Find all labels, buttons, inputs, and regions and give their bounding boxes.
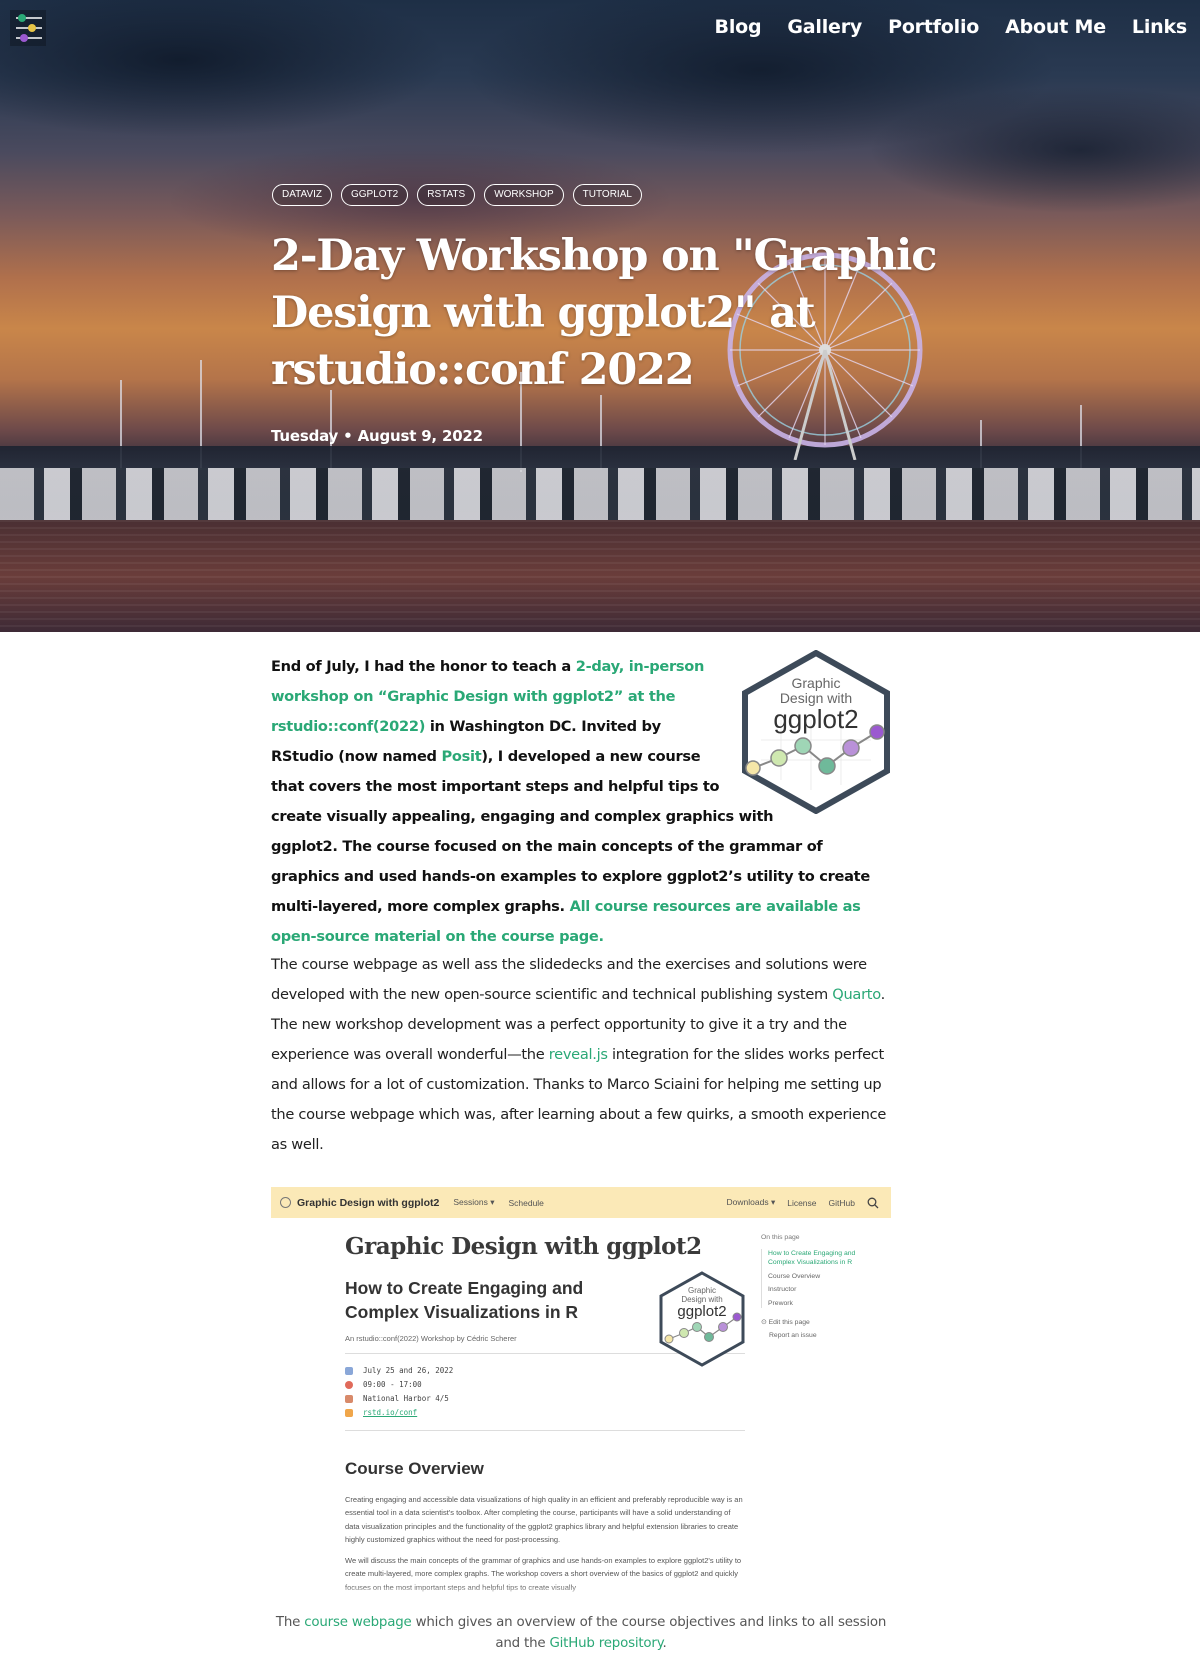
info-time: 09:00 - 17:00 <box>345 1378 745 1392</box>
article-intro: Graphic Design with ggplot2 End of July,… <box>271 650 891 952</box>
github-icon: ⊙ <box>761 1319 769 1326</box>
tag-rstats[interactable]: RSTATS <box>417 184 476 206</box>
screenshot-brand: Graphic Design with ggplot2 <box>280 1197 439 1209</box>
screenshot-caption: The course webpage which gives an overvi… <box>271 1612 891 1654</box>
posit-link[interactable]: Posit <box>442 748 482 765</box>
toc-edit: ⊙ Edit this page <box>761 1318 861 1328</box>
tag-workshop[interactable]: WORKSHOP <box>484 184 564 206</box>
ggplot2-hex-logo: Graphic Design with ggplot2 <box>742 650 890 814</box>
intro-text-1: End of July, I had the honor to teach a <box>271 658 576 675</box>
info-location: National Harbor 4/5 <box>345 1392 745 1406</box>
building-icon <box>345 1395 353 1403</box>
info-time-text: 09:00 - 17:00 <box>363 1380 422 1389</box>
toc-list: How to Create Engaging and Complex Visua… <box>761 1248 861 1308</box>
caption-text-1: The <box>275 1615 305 1630</box>
course-webpage-link[interactable]: course webpage <box>304 1615 412 1630</box>
pencil-icon <box>345 1409 353 1417</box>
info-link-text: rstd.io/conf <box>363 1408 418 1417</box>
post-date: Tuesday • August 9, 2022 <box>271 427 483 445</box>
water <box>0 520 1200 632</box>
screenshot-menu-schedule: Schedule <box>508 1197 544 1208</box>
screenshot-section-title: Course Overview <box>345 1459 484 1478</box>
info-date-text: July 25 and 26, 2022 <box>363 1366 454 1375</box>
clock-icon <box>345 1381 353 1389</box>
main-nav: Blog Gallery Portfolio About Me Links <box>702 12 1200 42</box>
pier <box>0 446 1200 470</box>
screenshot-hex-logo: Graphic Design with ggplot2 <box>659 1271 745 1367</box>
body-text-1: The course webpage as well ass the slide… <box>271 956 867 1003</box>
screenshot-menu-github: GitHub <box>828 1197 855 1208</box>
screenshot-hex-line3: ggplot2 <box>677 1303 726 1320</box>
quarto-link[interactable]: Quarto <box>832 986 881 1003</box>
screenshot-brand-label: Graphic Design with ggplot2 <box>297 1196 440 1209</box>
toc-item-how-to: How to Create Engaging and Complex Visua… <box>768 1249 856 1267</box>
nav-gallery[interactable]: Gallery <box>774 12 875 42</box>
course-webpage-screenshot: Graphic Design with ggplot2 Sessions ▾ S… <box>271 1187 891 1599</box>
screenshot-paragraph-1: Creating engaging and accessible data vi… <box>345 1495 743 1544</box>
tag-tutorial[interactable]: TUTORIAL <box>572 184 642 206</box>
tag-dataviz[interactable]: DATAVIZ <box>272 184 332 206</box>
nav-about-me[interactable]: About Me <box>992 12 1119 42</box>
screenshot-info-list: July 25 and 26, 2022 09:00 - 17:00 Natio… <box>345 1364 745 1420</box>
brand-logo-icon <box>280 1197 291 1208</box>
toc-item-instructor: Instructor <box>768 1286 797 1293</box>
screenshot-menu-sessions: Sessions ▾ <box>453 1197 495 1207</box>
hero-banner: Blog Gallery Portfolio About Me Links DA… <box>0 0 1200 632</box>
calendar-icon <box>345 1367 353 1375</box>
tag-ggplot2[interactable]: GGPLOT2 <box>341 184 409 206</box>
nav-blog[interactable]: Blog <box>702 12 775 42</box>
hex-logo-line3: ggplot2 <box>773 704 858 734</box>
screenshot-menu-license: License <box>787 1197 817 1208</box>
search-icon <box>867 1197 879 1208</box>
nav-links[interactable]: Links <box>1119 12 1200 42</box>
screenshot-fade <box>271 1585 891 1599</box>
site-logo-icon[interactable] <box>10 10 46 46</box>
screenshot-menu-right: Downloads ▾ License GitHub <box>727 1197 879 1209</box>
toc-edit-label: Edit this page <box>768 1319 810 1326</box>
nav-portfolio[interactable]: Portfolio <box>875 12 992 42</box>
hex-logo-line1: Graphic <box>791 675 840 691</box>
screenshot-toc: On this page How to Create Engaging and … <box>761 1233 861 1343</box>
boats <box>0 468 1200 528</box>
toc-item-prework: Prework <box>768 1299 793 1307</box>
post-title: 2-Day Workshop on "Graphic Design with g… <box>271 231 937 395</box>
caption-text-3: . <box>662 1636 667 1651</box>
post-tags: DATAVIZ GGPLOT2 RSTATS WORKSHOP TUTORIAL <box>272 184 642 206</box>
screenshot-title: Graphic Design with ggplot2 <box>345 1233 702 1260</box>
info-location-text: National Harbor 4/5 <box>363 1394 449 1403</box>
toc-issue: Report an issue <box>769 1331 817 1339</box>
info-link: rstd.io/conf <box>345 1406 745 1420</box>
toc-item-course-overview: Course Overview <box>768 1272 821 1280</box>
github-repository-link[interactable]: GitHub repository <box>549 1636 662 1651</box>
toc-title: On this page <box>761 1234 800 1241</box>
screenshot-navbar: Graphic Design with ggplot2 Sessions ▾ S… <box>271 1187 891 1218</box>
body-paragraph: The course webpage as well ass the slide… <box>271 950 891 1160</box>
revealjs-link[interactable]: reveal.js <box>549 1046 608 1063</box>
screenshot-subtitle: How to Create Engaging and Complex Visua… <box>345 1278 584 1322</box>
screenshot-menu-downloads: Downloads ▾ <box>726 1197 776 1207</box>
toc-actions: ⊙ Edit this page Report an issue <box>761 1318 861 1340</box>
screenshot-hex-line1: Graphic <box>688 1286 716 1295</box>
divider <box>345 1430 745 1431</box>
